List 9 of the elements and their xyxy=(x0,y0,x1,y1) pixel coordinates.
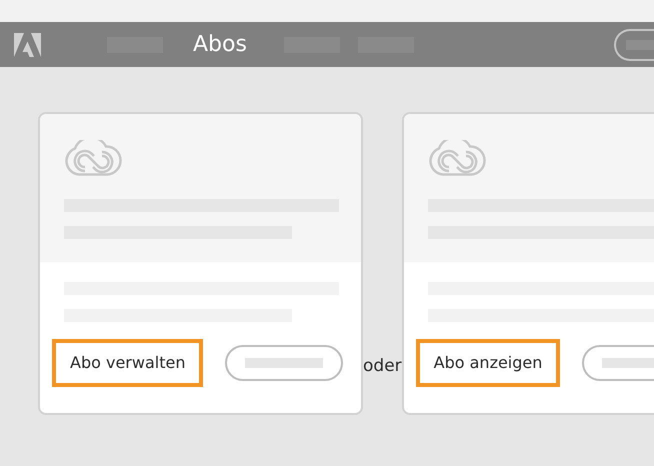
secondary-button[interactable] xyxy=(225,345,344,381)
action-button[interactable]: Abo anzeigen xyxy=(416,339,560,387)
nav-pill-button[interactable] xyxy=(614,28,654,60)
separator-text: oder xyxy=(363,354,402,378)
action-button[interactable]: Abo verwalten xyxy=(52,339,204,387)
logo-icon xyxy=(14,32,41,56)
cloud-icon xyxy=(428,140,486,176)
cloud-icon xyxy=(64,140,122,176)
nav-title: Abos xyxy=(193,34,247,56)
